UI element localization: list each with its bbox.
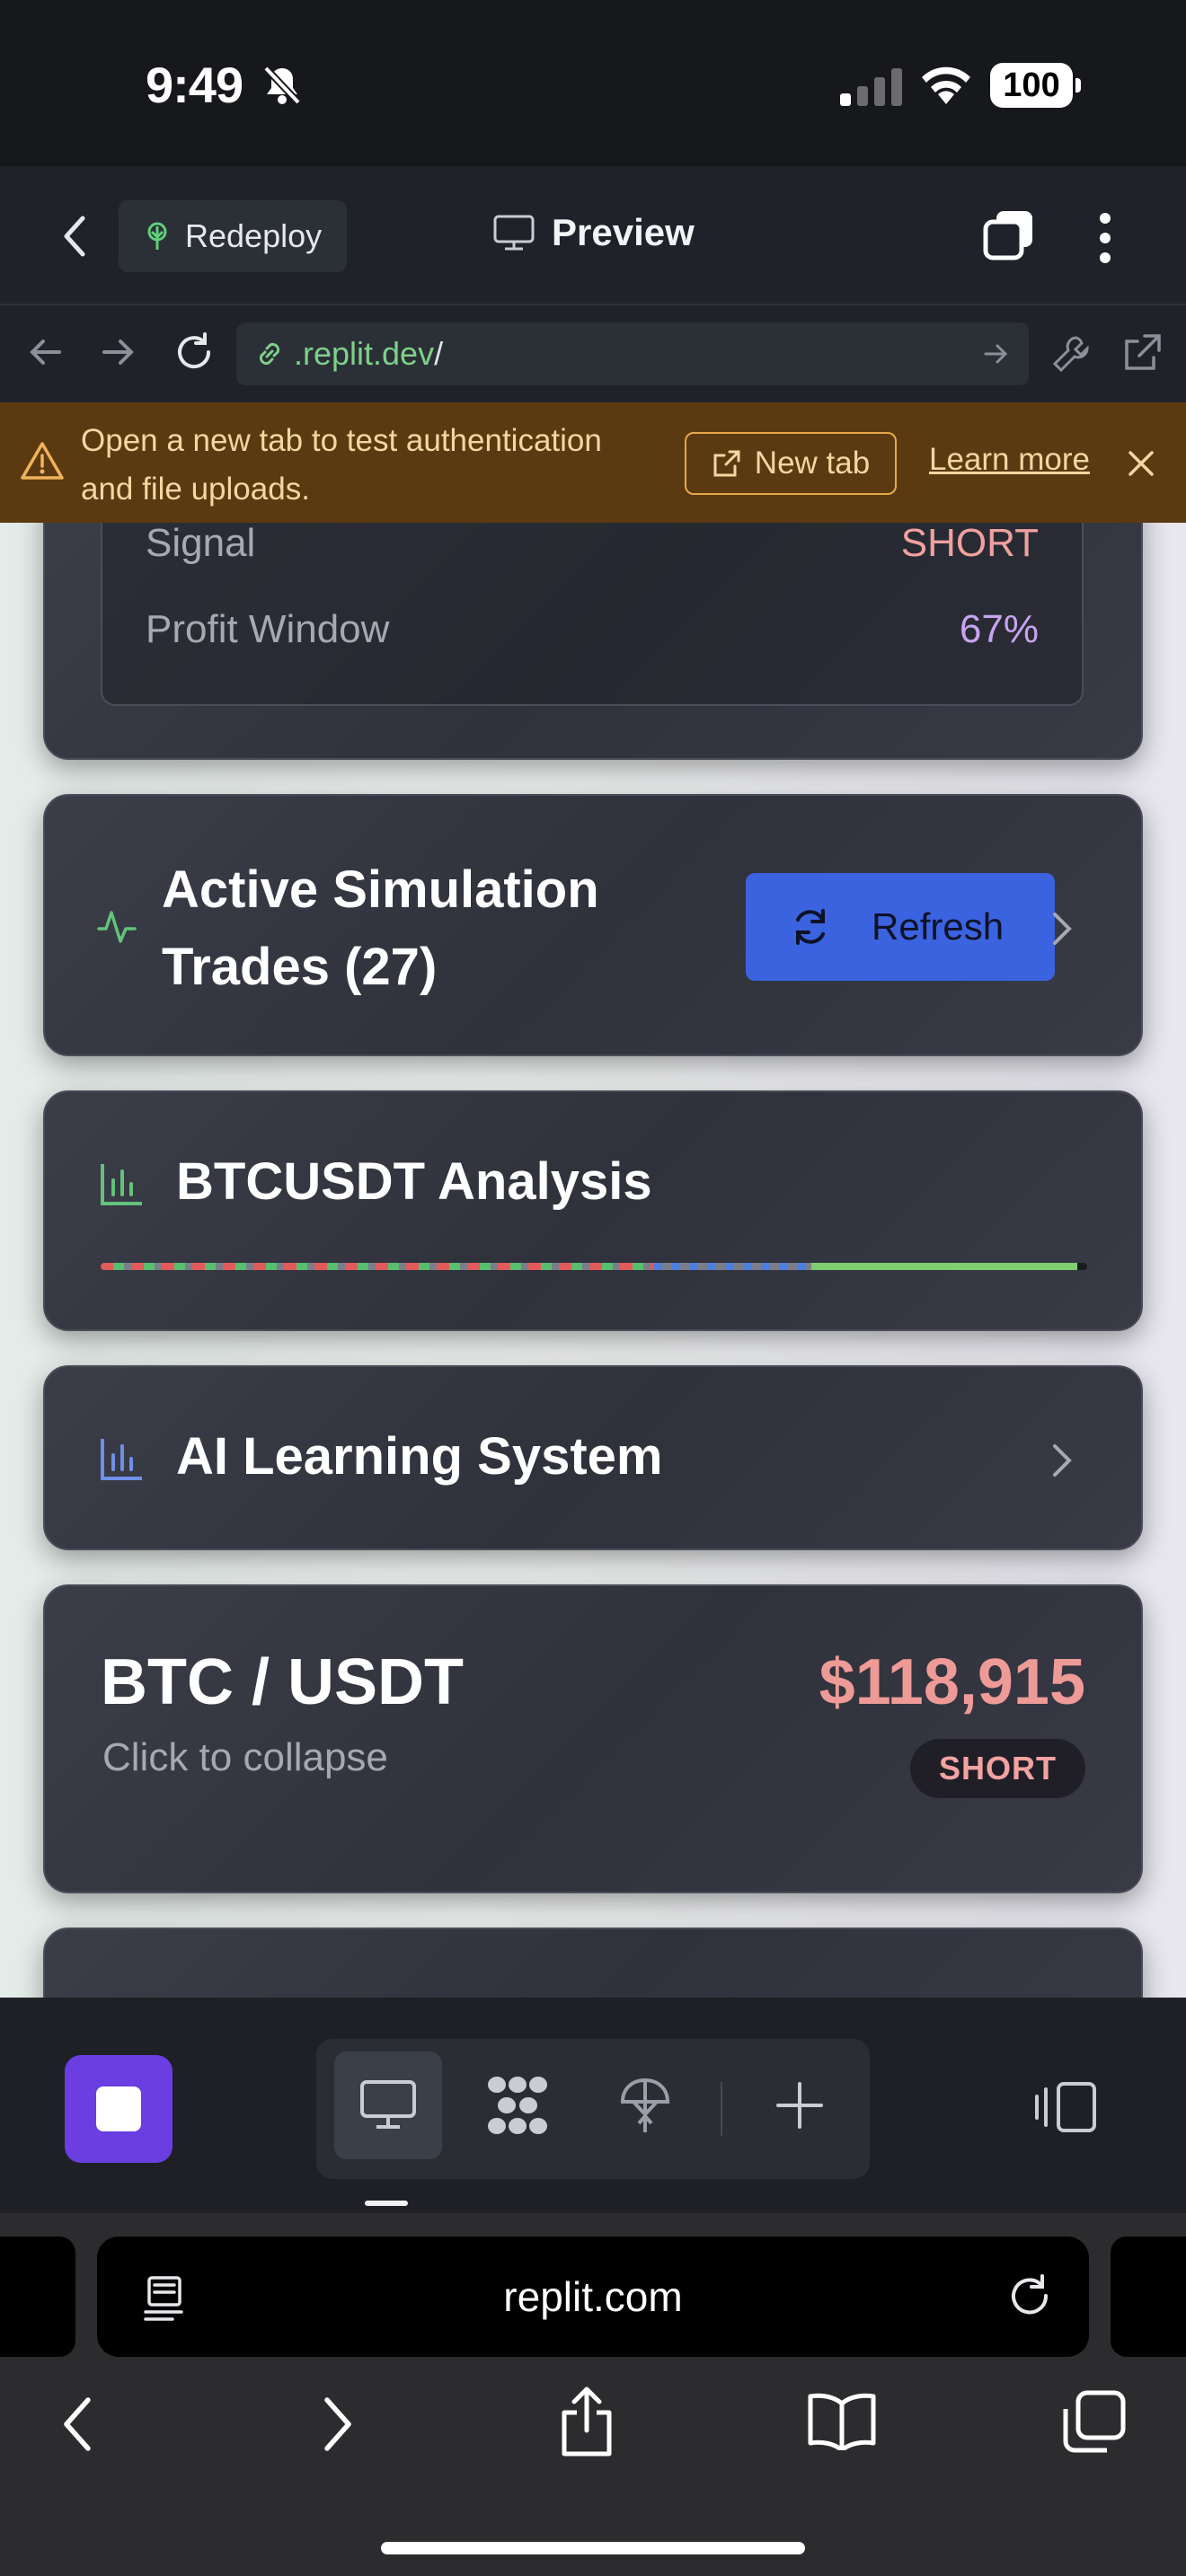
- close-icon[interactable]: [1125, 447, 1157, 480]
- auth-warning-banner: Open a new tab to test authentication an…: [0, 402, 1186, 523]
- go-arrow-icon[interactable]: [982, 340, 1009, 367]
- panel-icon[interactable]: [1033, 2080, 1098, 2134]
- kebab-menu-icon[interactable]: [1096, 211, 1114, 265]
- app-header: Redeploy Preview: [0, 166, 1186, 305]
- bar-chart-icon: [101, 1164, 142, 1205]
- analysis-progress-bar: [101, 1263, 1087, 1270]
- deploy-tool-button[interactable]: [591, 2051, 699, 2159]
- forward-arrow-icon[interactable]: [99, 332, 138, 372]
- ai-learning-title: AI Learning System: [176, 1427, 663, 1486]
- activity-icon: [97, 911, 137, 943]
- previous-tab-address[interactable]: [0, 2236, 75, 2357]
- safari-address-bar[interactable]: replit.com: [97, 2236, 1089, 2357]
- book-icon[interactable]: [807, 2391, 877, 2450]
- cell-signal-icon: [840, 66, 902, 106]
- warning-icon: [21, 442, 64, 480]
- ai-learning-card[interactable]: AI Learning System: [43, 1365, 1143, 1550]
- plus-icon: [776, 2082, 823, 2129]
- back-arrow-icon[interactable]: [25, 332, 65, 372]
- refresh-button[interactable]: Refresh: [746, 873, 1055, 981]
- deploy-icon: [620, 2078, 670, 2132]
- chevron-right-icon: [1053, 913, 1072, 945]
- price-value: $118,915: [819, 1646, 1085, 1718]
- workspace-icon: [488, 2077, 547, 2134]
- external-link-icon[interactable]: [1121, 332, 1163, 374]
- next-card[interactable]: [43, 1928, 1143, 1998]
- signal-badge: SHORT: [910, 1739, 1085, 1798]
- chevron-left-icon[interactable]: [56, 2393, 101, 2456]
- stop-icon: [96, 2086, 141, 2131]
- redeploy-button[interactable]: Redeploy: [119, 200, 347, 272]
- preview-tool-button[interactable]: [334, 2051, 442, 2159]
- sprout-icon: [147, 222, 167, 250]
- collapse-hint: Click to collapse: [102, 1735, 388, 1779]
- reload-icon[interactable]: [1006, 2272, 1053, 2319]
- preview-label: Preview: [552, 211, 695, 253]
- external-link-icon: [713, 450, 740, 477]
- profit-window-value: 67%: [959, 607, 1039, 651]
- active-tab-indicator: [365, 2201, 408, 2206]
- next-tab-address[interactable]: [1111, 2236, 1186, 2357]
- new-tab-label: New tab: [754, 446, 871, 481]
- active-simulation-card[interactable]: Active Simulation Trades (27) Refresh: [43, 794, 1143, 1056]
- redeploy-label: Redeploy: [185, 217, 323, 254]
- profit-window-label: Profit Window: [146, 607, 390, 651]
- workspace-tool-button[interactable]: [464, 2051, 571, 2159]
- wifi-icon: [922, 66, 970, 104]
- add-tool-button[interactable]: [746, 2051, 854, 2159]
- new-tab-button[interactable]: New tab: [685, 432, 897, 495]
- safari-address-text: replit.com: [503, 2273, 683, 2320]
- wrench-icon[interactable]: [1049, 332, 1093, 375]
- progress-blue-segment: [652, 1263, 811, 1270]
- status-time: 9:49: [146, 57, 243, 113]
- refresh-label: Refresh: [872, 905, 1005, 948]
- progress-mixed-segment: [101, 1263, 653, 1270]
- stop-button[interactable]: [65, 2055, 173, 2163]
- refresh-icon: [796, 909, 825, 945]
- btc-usdt-card[interactable]: BTC / USDT Click to collapse $118,915 SH…: [43, 1584, 1143, 1893]
- status-bar: 9:49 100: [0, 0, 1186, 166]
- reload-icon[interactable]: [173, 331, 216, 374]
- chevron-left-icon[interactable]: [58, 211, 93, 261]
- preview-url-row: .replit.dev /: [0, 305, 1186, 402]
- url-path: /: [434, 335, 444, 372]
- bell-muted-icon: [263, 66, 301, 105]
- monitor-icon: [360, 2080, 416, 2129]
- bar-chart-icon: [101, 1439, 142, 1480]
- share-icon[interactable]: [559, 2386, 615, 2457]
- signal-label: Signal: [146, 523, 256, 565]
- replit-toolbar: [0, 1998, 1186, 2213]
- btcusdt-analysis-title: BTCUSDT Analysis: [176, 1152, 652, 1211]
- link-icon: [259, 342, 280, 366]
- preview-url-field[interactable]: .replit.dev /: [236, 322, 1029, 385]
- battery-indicator: 100: [990, 63, 1081, 108]
- url-host: .replit.dev: [294, 335, 435, 372]
- active-simulation-title: Active Simulation Trades (27): [162, 860, 599, 996]
- signal-value: SHORT: [900, 523, 1039, 565]
- workspace-tool-group: [316, 2039, 870, 2179]
- learn-more-link[interactable]: Learn more: [929, 442, 1090, 478]
- chevron-right-icon[interactable]: [314, 2393, 359, 2456]
- preview-content: Signal SHORT Profit Window 67% Active Si…: [0, 523, 1186, 1998]
- btcusdt-analysis-card[interactable]: BTCUSDT Analysis: [43, 1090, 1143, 1331]
- tabs-icon[interactable]: [982, 209, 1036, 263]
- tabs-overview-icon[interactable]: [1062, 2389, 1127, 2454]
- banner-message: Open a new tab to test authentication an…: [81, 423, 602, 507]
- pair-title: BTC / USDT: [101, 1646, 464, 1718]
- home-indicator: [381, 2542, 805, 2554]
- chevron-right-icon: [1053, 1444, 1072, 1477]
- tool-separator: [721, 2082, 722, 2136]
- monitor-icon: [493, 215, 535, 251]
- preview-title: Preview: [492, 211, 695, 254]
- safari-toolbar: replit.com: [0, 2213, 1186, 2576]
- progress-green-segment: [810, 1263, 1077, 1270]
